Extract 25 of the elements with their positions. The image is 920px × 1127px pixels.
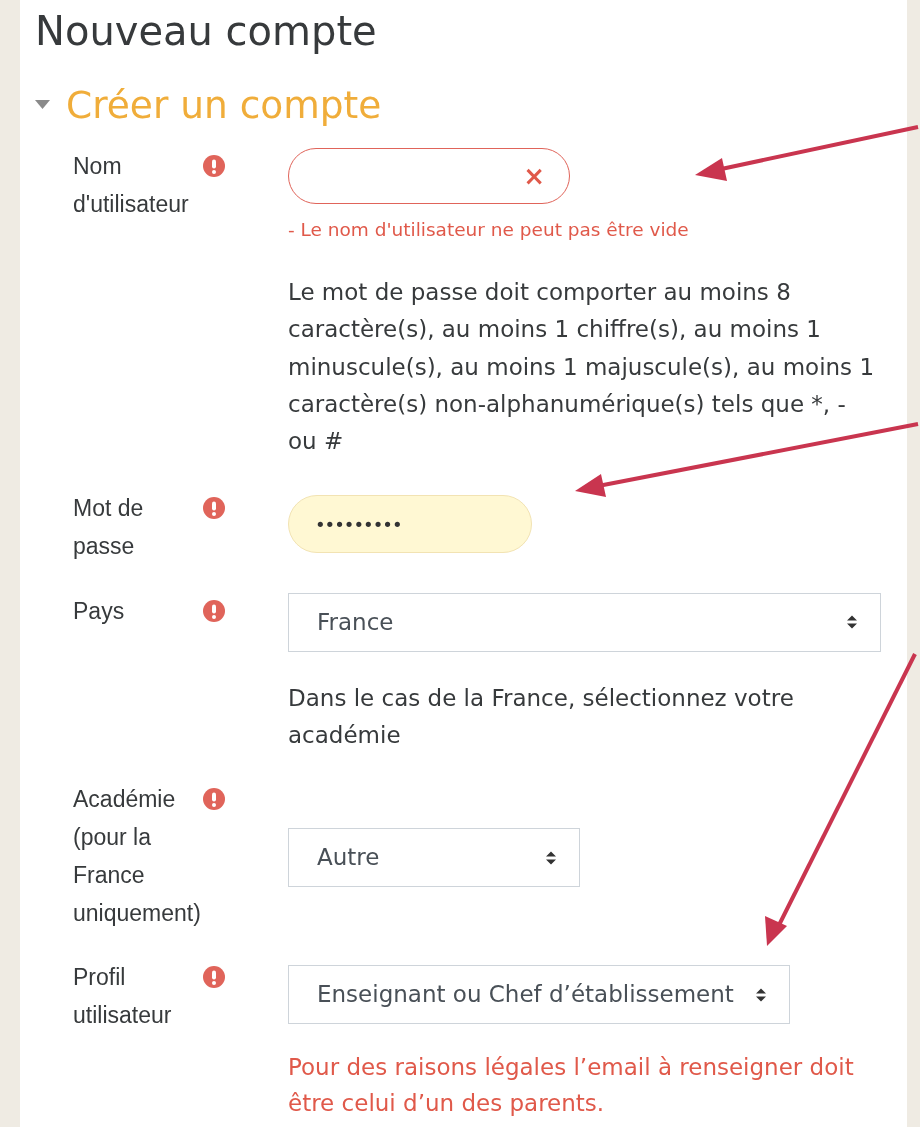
- field-label: Profil utilisateur: [73, 963, 173, 1030]
- exclamation-icon: [203, 155, 225, 177]
- error-message: - Le nom d'utilisateur ne peut pas être vide: [288, 218, 690, 242]
- up-down-caret-icon: [846, 614, 858, 631]
- password-field[interactable]: •••••••••: [288, 495, 532, 554]
- select-dropdown[interactable]: Autre: [288, 828, 580, 888]
- clear-icon[interactable]: ×: [523, 163, 545, 189]
- field-label: Pays: [73, 596, 125, 626]
- exclamation-icon: [203, 788, 225, 811]
- select-dropdown[interactable]: France: [288, 592, 881, 652]
- exclamation-icon: [203, 966, 225, 989]
- up-down-caret-icon: [545, 850, 557, 866]
- page-title: Nouveau compte: [35, 8, 378, 54]
- exclamation-icon: [203, 599, 225, 622]
- select-dropdown[interactable]: Enseignant ou Chef d’établissement: [288, 965, 790, 1025]
- up-down-caret-icon: [755, 986, 767, 1003]
- help-text: Dans le cas de la France, sélectionnez votre académie: [288, 683, 795, 751]
- field-label: Académie (pour la France uniquement): [73, 785, 202, 928]
- field-label: Nom d'utilisateur: [73, 152, 190, 219]
- warning-text: Pour des raisons légales l’email à renseigner doit être celui d’un des parents.: [288, 1052, 855, 1118]
- section-title: Créer un compte: [66, 82, 382, 129]
- collapse-triangle-icon[interactable]: [35, 100, 50, 110]
- field-label: Mot de passe: [73, 494, 145, 562]
- exclamation-icon: [203, 497, 225, 520]
- help-text: Le mot de passe doit comporter au moins 8 caractère(s), au moins 1 chiffre(s), au moins 1 minuscule(s), au moins 1 majuscule(s), au moins 1 caractère(s) non-alphanumérique(s) tels que *, - ou #: [288, 278, 876, 457]
